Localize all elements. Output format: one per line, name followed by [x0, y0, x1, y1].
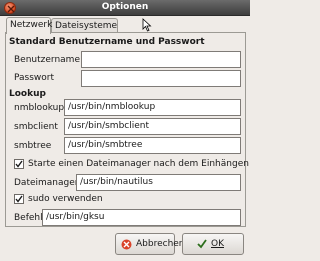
checkmark-icon [15, 160, 23, 168]
cancel-button[interactable]: Abbrechen [115, 233, 185, 255]
smbtree-label: smbtree [14, 141, 52, 151]
sudo-checkbox[interactable] [14, 194, 24, 204]
username-field[interactable] [81, 51, 241, 68]
filemanager-label: Dateimanager [14, 178, 79, 188]
checkmark-icon [15, 195, 23, 203]
smbclient-label: smbclient [14, 122, 58, 132]
section-heading-lookup: Lookup [9, 89, 46, 99]
filemanager-checkbox-label[interactable]: Starte einen Dateimanager nach dem Einhä… [28, 159, 249, 169]
nmblookup-field[interactable]: /usr/bin/nmblookup [64, 99, 241, 116]
command-label: Befehl [14, 213, 43, 223]
command-field[interactable]: /usr/bin/gksu [42, 209, 241, 226]
nmblookup-label: nmblookup [14, 103, 65, 113]
filemanager-field[interactable]: /usr/bin/nautilus [76, 174, 241, 191]
smbclient-field[interactable]: /usr/bin/smbclient [64, 118, 241, 135]
window-title: Optionen [101, 2, 149, 12]
section-heading-standard: Standard Benutzername und Passwort [9, 37, 205, 47]
ok-button[interactable]: OK [182, 233, 244, 255]
username-label: Benutzername [14, 55, 80, 65]
filemanager-checkbox[interactable] [14, 159, 24, 169]
password-label: Passwort [14, 73, 55, 83]
tab-panel: Standard Benutzername und Passwort Benut… [5, 32, 249, 227]
tab-dateisysteme[interactable]: Dateisysteme [51, 18, 118, 33]
cancel-icon [121, 239, 132, 250]
ok-icon [197, 239, 207, 249]
tab-netzwerk[interactable]: Netzwerk [6, 17, 52, 34]
ok-button-label: OK [211, 239, 224, 249]
sudo-checkbox-label[interactable]: sudo verwenden [28, 194, 103, 204]
smbtree-field[interactable]: /usr/bin/smbtree [64, 137, 241, 154]
cancel-button-label: Abbrechen [136, 239, 185, 249]
password-field[interactable] [81, 70, 241, 87]
window-titlebar[interactable]: Optionen [0, 0, 250, 16]
mouse-cursor-icon [142, 18, 152, 32]
